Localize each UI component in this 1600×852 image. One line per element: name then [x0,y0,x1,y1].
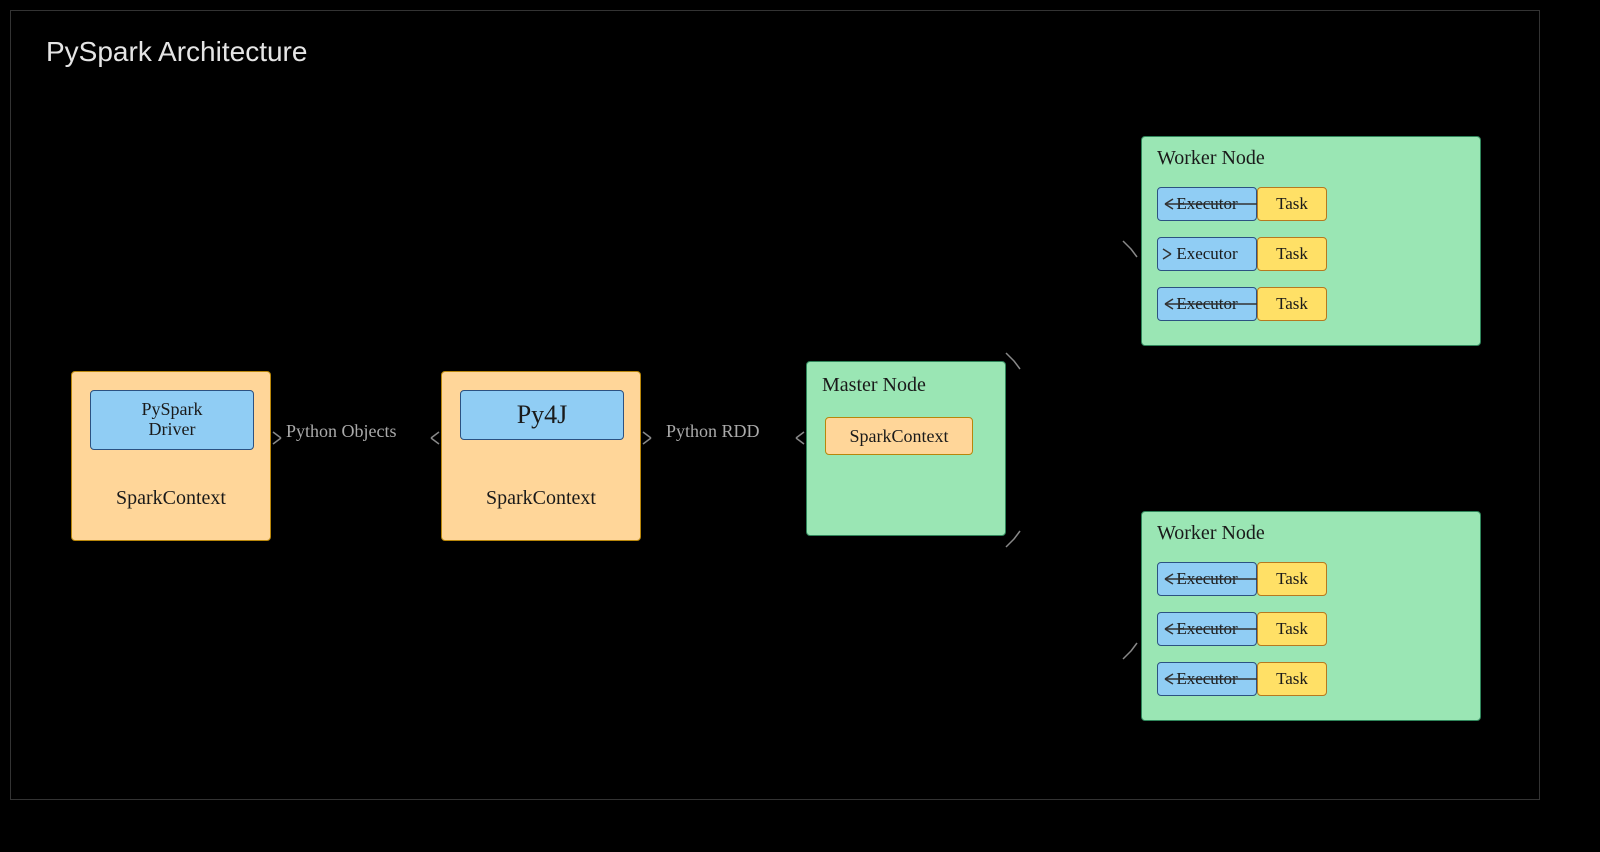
worker-node-1: Worker Node Executor Task Executor [1141,136,1481,346]
task-label: Task [1276,569,1308,589]
task-label: Task [1276,294,1308,314]
pyspark-driver-label: PySpark Driver [141,400,202,440]
master-worker1-arrow [1006,241,1141,371]
py4j-label-box: Py4J [460,390,624,440]
worker-node-2-title: Worker Node [1142,522,1480,545]
master-node-title: Master Node [807,374,1005,397]
task-box: Task [1257,237,1327,271]
task-label: Task [1276,669,1308,689]
pyspark-driver-label-box: PySpark Driver [90,390,254,450]
worker-node-2: Worker Node Executor Task Executor [1141,511,1481,721]
task-box: Task [1257,562,1327,596]
py4j-sparkcontext-label: SparkContext [442,487,640,510]
driver-sparkcontext-label: SparkContext [72,487,270,510]
master-sparkcontext-box: SparkContext [825,417,973,455]
py4j-container: Py4J SparkContext [441,371,641,541]
task-label: Task [1276,244,1308,264]
task-box: Task [1257,662,1327,696]
diagram-title: PySpark Architecture [46,36,307,68]
task-label: Task [1276,619,1308,639]
task-box: Task [1257,612,1327,646]
py4j-label: Py4J [517,400,568,430]
master-worker2-arrow [1006,531,1141,661]
task-label: Task [1276,194,1308,214]
master-node-container: Master Node SparkContext [806,361,1006,536]
task-box: Task [1257,287,1327,321]
task-box: Task [1257,187,1327,221]
diagram-canvas: PySpark Architecture PySpark Driver Spar… [10,10,1540,800]
pyspark-driver-container: PySpark Driver SparkContext [71,371,271,541]
worker-node-1-title: Worker Node [1142,147,1480,170]
driver-py4j-arrow [271,426,441,456]
py4j-master-arrow [641,426,806,456]
master-sparkcontext-label: SparkContext [850,426,949,447]
